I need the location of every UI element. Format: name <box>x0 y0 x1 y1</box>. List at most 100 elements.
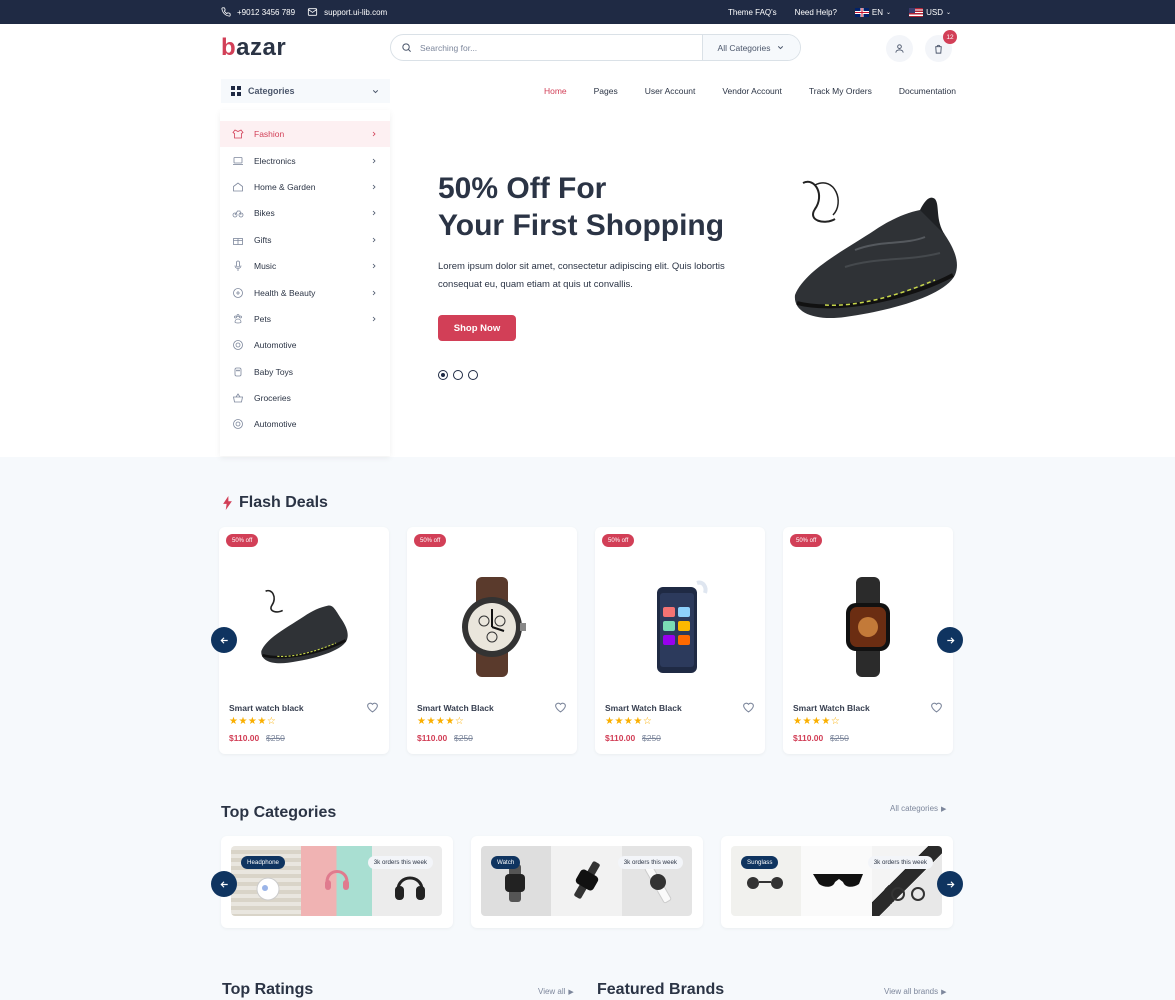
top-ratings-title: Top Ratings <box>222 981 314 998</box>
all-categories-link[interactable]: All categories ▶ <box>890 804 946 813</box>
category-menu-label: Groceries <box>254 393 291 404</box>
category-menu-label: Fashion <box>254 129 285 140</box>
cart-button[interactable]: 12 <box>925 30 957 62</box>
category-menu-item[interactable]: Music <box>220 253 390 279</box>
view-all-ratings-link[interactable]: View all ▶ <box>538 987 574 996</box>
product-card[interactable]: 50% off Smart Watch Black ★★★★☆ $110.00 $250 <box>783 527 953 754</box>
mail-icon <box>307 8 318 16</box>
category-menu-item[interactable]: Electronics <box>220 147 390 173</box>
product-old-price: $250 <box>454 733 473 743</box>
product-name[interactable]: Smart Watch Black <box>417 703 494 713</box>
category-menu-item[interactable]: Automotive <box>220 411 390 437</box>
category-card-headphone[interactable]: Headphone 3k orders this week <box>221 836 453 928</box>
product-image[interactable] <box>595 557 765 697</box>
us-flag-icon <box>909 7 924 17</box>
hero-title-line2: Your First Shopping <box>438 209 725 242</box>
user-icon <box>895 44 904 53</box>
user-account-button[interactable] <box>886 35 913 62</box>
view-all-brands-link[interactable]: View all brands ▶ <box>884 987 947 996</box>
arrow-left-icon <box>219 880 228 888</box>
phone-icon <box>221 7 231 17</box>
rating-stars: ★★★★☆ <box>793 716 841 727</box>
email-address: support.ui-lib.com <box>324 7 388 17</box>
flash-deals-heading: Flash Deals <box>222 494 328 512</box>
product-card[interactable]: 50% off Smart Watch Black ★★★★☆ $110.00 $250 <box>595 527 765 754</box>
category-menu-item[interactable]: Groceries <box>220 385 390 411</box>
heart-icon[interactable] <box>366 701 379 713</box>
hero-sneaker-image <box>794 180 957 319</box>
category-menu-item[interactable]: Baby Toys <box>220 359 390 385</box>
shop-now-button[interactable]: Shop Now <box>438 315 516 341</box>
categories-button[interactable]: Categories <box>221 79 390 103</box>
featured-brands-title: Featured Brands <box>597 981 725 998</box>
currency-selector[interactable]: USD ⌄ <box>909 7 951 17</box>
phone-number: +9012 3456 789 <box>237 7 296 17</box>
product-card[interactable]: 50% off Smart watch black ★★★★☆ $110.00 $250 <box>219 527 389 754</box>
product-image[interactable] <box>783 557 953 697</box>
language-selector[interactable]: EN ⌄ <box>854 7 891 17</box>
search-input[interactable]: Searching for... <box>420 43 702 53</box>
need-help-link[interactable]: Need Help? <box>795 8 837 17</box>
category-menu-item[interactable]: Gifts <box>220 227 390 253</box>
rating-stars: ★★★★☆ <box>605 716 653 727</box>
categories-next-button[interactable] <box>937 871 963 897</box>
cart-count-badge: 12 <box>943 30 957 44</box>
theme-faq-link[interactable]: Theme FAQ's <box>728 8 777 17</box>
toy-icon <box>234 367 242 377</box>
lightning-icon <box>223 496 232 510</box>
grid-icon <box>231 86 241 96</box>
category-card-sunglass[interactable]: Sunglass 3k orders this week <box>721 836 953 928</box>
product-image[interactable] <box>219 557 389 697</box>
category-tag: Sunglass <box>741 856 779 869</box>
email-contact[interactable]: support.ui-lib.com <box>307 7 387 17</box>
health-icon <box>233 287 243 298</box>
category-menu-label: Gifts <box>254 234 272 245</box>
nav-vendor-account[interactable]: Vendor Account <box>722 86 782 96</box>
category-menu-item[interactable]: Bikes <box>220 200 390 226</box>
hero-title: 50% Off For Your First Shopping <box>438 170 724 244</box>
logo[interactable]: bazar <box>221 34 286 62</box>
category-card-watch[interactable]: Watch 3k orders this week <box>471 836 703 928</box>
rating-stars: ★★★★☆ <box>417 716 465 727</box>
nav-documentation[interactable]: Documentation <box>899 86 956 96</box>
chevron-down-icon <box>778 46 784 50</box>
category-menu-label: Electronics <box>254 155 296 166</box>
category-menu-label: Automotive <box>254 419 297 430</box>
product-image[interactable] <box>407 557 577 697</box>
sneaker-image <box>261 589 348 664</box>
nav-home[interactable]: Home <box>544 86 567 96</box>
category-menu-item[interactable]: Fashion <box>220 121 390 148</box>
product-card[interactable]: 50% off Smart Watch Black ★★★★☆ $110.00 $250 <box>407 527 577 754</box>
product-old-price: $250 <box>830 733 849 743</box>
heart-icon[interactable] <box>742 701 755 713</box>
search-category-dropdown[interactable]: All Categories <box>702 35 800 60</box>
category-menu-item[interactable]: Home & Garden <box>220 174 390 200</box>
nav-pages[interactable]: Pages <box>594 86 618 96</box>
search-bar: Searching for... All Categories <box>390 34 801 61</box>
product-old-price: $250 <box>266 733 285 743</box>
hero-description: Lorem ipsum dolor sit amet, consectetur … <box>438 261 725 290</box>
black-headphone-icon <box>394 876 425 900</box>
watch-icon <box>574 861 601 899</box>
heart-icon[interactable] <box>930 701 943 713</box>
product-name[interactable]: Smart watch black <box>229 703 304 713</box>
product-name[interactable]: Smart Watch Black <box>793 703 870 713</box>
carousel-dot-1[interactable] <box>438 370 448 380</box>
carousel-dot-2[interactable] <box>453 370 463 380</box>
nav-track-orders[interactable]: Track My Orders <box>809 86 872 96</box>
phone-contact[interactable]: +9012 3456 789 <box>221 7 295 17</box>
nav-user-account[interactable]: User Account <box>645 86 696 96</box>
caret-right-icon: ▶ <box>568 988 574 996</box>
flash-deals-prev-button[interactable] <box>211 627 237 653</box>
category-menu-item[interactable]: Health & Beauty <box>220 279 390 305</box>
category-menu-item[interactable]: Pets <box>220 306 390 332</box>
category-menu: Fashion Electronics Home & Garden Bikes Gift… <box>220 110 390 456</box>
carousel-dot-3[interactable] <box>468 370 478 380</box>
sunglasses-icon <box>747 877 783 889</box>
chevron-right-icon <box>372 131 376 137</box>
flash-deals-next-button[interactable] <box>937 627 963 653</box>
category-menu-item[interactable]: Automotive <box>220 332 390 358</box>
categories-prev-button[interactable] <box>211 871 237 897</box>
product-name[interactable]: Smart Watch Black <box>605 703 682 713</box>
heart-icon[interactable] <box>554 701 567 713</box>
